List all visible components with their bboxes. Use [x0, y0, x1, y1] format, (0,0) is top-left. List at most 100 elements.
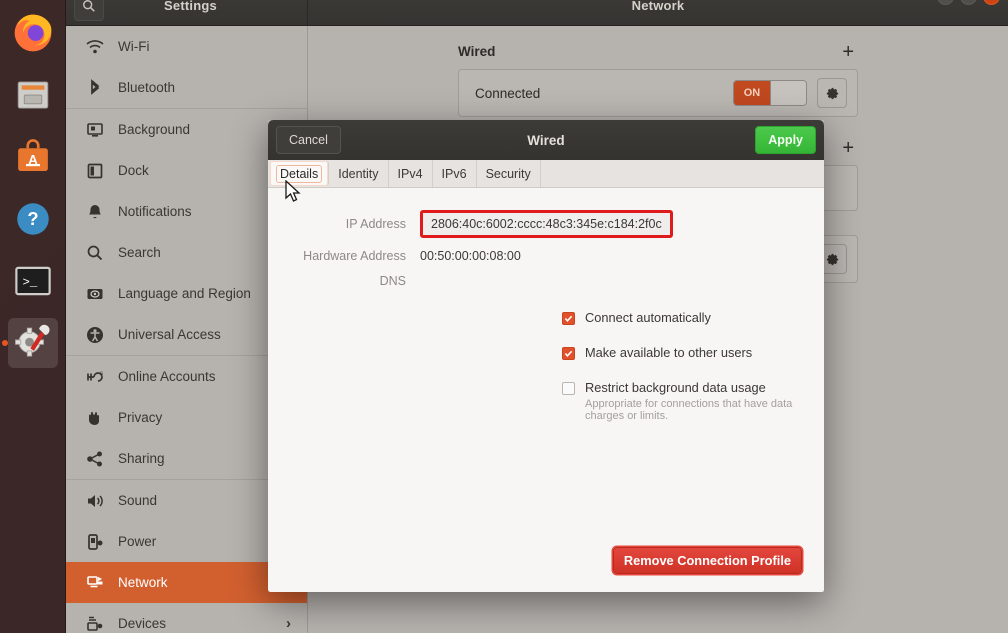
ip-address-annotation: 2806:40c:6002:cccc:48c3:345e:c184:2f0c	[420, 210, 673, 238]
tab-identity[interactable]: Identity	[329, 160, 389, 187]
dock-item-software[interactable]: A	[0, 126, 66, 188]
sidebar-header: Settings	[66, 0, 308, 25]
checkbox[interactable]	[562, 382, 575, 395]
checkbox-row[interactable]: Connect automatically	[562, 310, 824, 325]
search-icon	[87, 245, 103, 260]
wifi-icon	[86, 38, 104, 56]
dock-icon	[87, 163, 103, 178]
tab-label: IPv6	[441, 166, 467, 181]
search-icon	[86, 244, 104, 262]
files-icon	[17, 81, 49, 109]
checkbox-row[interactable]: Make available to other users	[562, 345, 824, 360]
sharing-icon	[87, 451, 102, 466]
devices-icon	[87, 616, 103, 631]
field-row: IP Address 2806:40c:6002:cccc:48c3:345e:c…	[268, 210, 824, 238]
wired-toggle[interactable]: ON	[733, 80, 807, 106]
dock-icon-box	[8, 8, 58, 58]
dialog-fields: IP Address 2806:40c:6002:cccc:48c3:345e:c…	[268, 210, 824, 288]
checkbox-text: Connect automatically	[585, 310, 711, 325]
check-icon	[564, 350, 573, 357]
dock-icon-box: A	[8, 132, 58, 182]
dialog-body: IP Address 2806:40c:6002:cccc:48c3:345e:c…	[268, 188, 824, 592]
checkbox-text: Make available to other users	[585, 345, 752, 360]
connection-status-label: Connected	[475, 85, 541, 101]
wired-section-header: Wired +	[458, 42, 858, 62]
dock-item-files[interactable]	[0, 64, 66, 126]
field-row: DNS	[268, 274, 824, 288]
search-button[interactable]	[74, 0, 104, 21]
speaker-icon	[88, 494, 103, 507]
language-icon	[87, 288, 103, 299]
sidebar-item-label: Bluetooth	[118, 80, 176, 95]
dock-icon-box	[8, 70, 58, 120]
dock-item-terminal[interactable]: >_	[0, 250, 66, 312]
dock-icon-box	[8, 318, 58, 368]
devices-icon	[86, 615, 104, 633]
maximize-button[interactable]	[960, 0, 977, 5]
remove-connection-profile-button[interactable]: Remove Connection Profile	[612, 547, 802, 574]
minimize-button[interactable]	[937, 0, 954, 5]
dialog-tabbar: Details Identity IPv4 IPv6 Security	[268, 160, 824, 188]
help-icon: ?	[17, 203, 49, 235]
sidebar-item-bluetooth[interactable]: Bluetooth	[66, 67, 307, 108]
dock-item-settings[interactable]	[0, 312, 66, 374]
field-value[interactable]: 2806:40c:6002:cccc:48c3:345e:c184:2f0c	[425, 214, 668, 234]
dock-item-firefox[interactable]	[0, 2, 66, 64]
tab-label: Identity	[338, 166, 379, 181]
apply-button[interactable]: Apply	[755, 126, 816, 154]
chevron-right-icon: ›	[286, 615, 291, 632]
power-icon	[88, 533, 103, 550]
settings-icon	[15, 324, 50, 357]
field-label: IP Address	[345, 217, 406, 231]
wifi-icon	[86, 39, 104, 53]
ubuntu-dock: A ? >_	[0, 0, 66, 633]
accessibility-icon	[86, 326, 104, 344]
power-icon	[86, 533, 104, 551]
checkbox-label: Connect automatically	[585, 310, 711, 325]
network-icon	[86, 574, 104, 592]
sidebar-item-label: Devices	[118, 616, 167, 631]
dialog-checkboxes: Connect automatically Make available to o…	[268, 310, 824, 422]
background-icon	[87, 122, 103, 137]
checkbox[interactable]	[562, 347, 575, 360]
svg-text:>_: >_	[23, 275, 38, 289]
mouse-cursor	[285, 180, 301, 202]
tab-security[interactable]: Security	[477, 160, 541, 187]
privacy-hand-icon	[86, 409, 104, 427]
sidebar-item-wi-fi[interactable]: Wi-Fi	[66, 26, 307, 67]
cancel-button[interactable]: Cancel	[276, 126, 341, 154]
dialog-titlebar: Cancel Wired Apply	[268, 120, 824, 160]
dialog-title: Wired	[527, 132, 565, 148]
panel-title: Network	[631, 0, 685, 13]
close-button[interactable]	[983, 0, 1000, 5]
firefox-icon	[14, 14, 52, 52]
dock-icon	[86, 162, 104, 180]
maximize-icon	[964, 0, 973, 1]
bluetooth-icon	[86, 78, 104, 97]
tab-ipv4[interactable]: IPv4	[389, 160, 433, 187]
sharing-icon	[86, 450, 104, 468]
checkbox-row[interactable]: Restrict background data usage Appropriat…	[562, 380, 824, 422]
wired-settings-dialog: Cancel Wired Apply Details Identity IPv4 IP…	[268, 120, 824, 592]
settings-title: Settings	[164, 0, 217, 13]
field-label: Hardware Address	[303, 249, 406, 263]
wired-settings-button[interactable]	[817, 78, 847, 108]
field-label: DNS	[379, 274, 406, 288]
dock-icon-box: ?	[8, 194, 58, 244]
checkbox-text: Restrict background data usage Appropriat…	[585, 380, 824, 422]
tab-label: Security	[485, 166, 531, 181]
add-secondary-button[interactable]: +	[838, 138, 858, 158]
close-icon	[987, 0, 996, 1]
toggle-on-label: ON	[734, 81, 770, 105]
toggle-knob	[770, 81, 806, 105]
online-accounts-icon: s	[87, 371, 103, 382]
checkbox-sublabel: Appropriate for connections that have da…	[585, 398, 793, 422]
field-value: 00:50:00:00:08:00	[420, 249, 521, 263]
tab-ipv6[interactable]: IPv6	[433, 160, 477, 187]
wired-section-title: Wired	[458, 44, 496, 59]
dock-item-help[interactable]: ?	[0, 188, 66, 250]
checkbox[interactable]	[562, 312, 575, 325]
network-icon	[87, 575, 103, 587]
sidebar-item-devices[interactable]: Devices ›	[66, 603, 307, 633]
add-wired-button[interactable]: +	[838, 42, 858, 62]
